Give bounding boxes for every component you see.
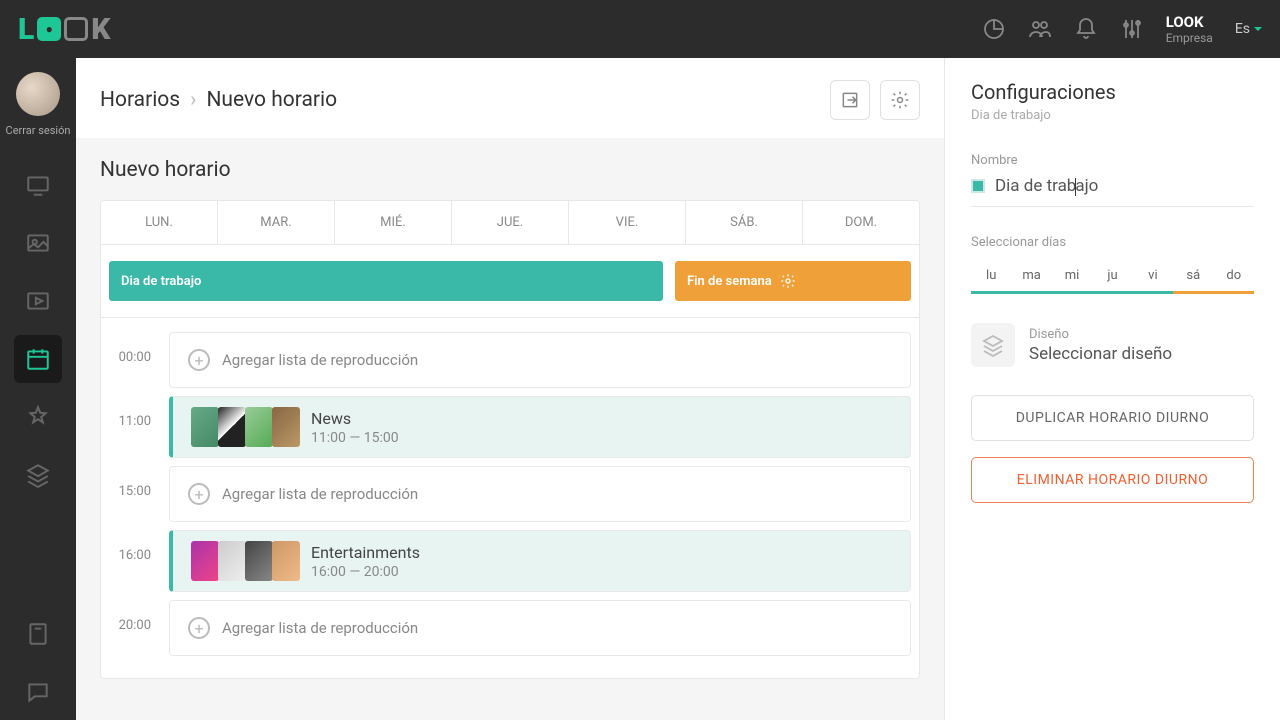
- page-title: Nuevo horario: [100, 158, 920, 182]
- logo[interactable]: LK: [18, 12, 110, 47]
- plus-icon: +: [188, 349, 210, 371]
- timeline-row: 15:00 +Agregar lista de reproducción: [109, 466, 911, 522]
- week-day: JUE.: [452, 201, 569, 244]
- export-button[interactable]: [830, 80, 870, 120]
- sidebar: Cerrar sesión: [0, 58, 76, 720]
- week-day: MAR.: [218, 201, 335, 244]
- timeline-row: 00:00 +Agregar lista de reproducción: [109, 332, 911, 388]
- plus-icon: +: [188, 483, 210, 505]
- language-selector[interactable]: Es: [1235, 21, 1262, 37]
- time-label: 20:00: [109, 600, 151, 633]
- week-day: LUN.: [101, 201, 218, 244]
- playlist-title: Entertainments: [311, 543, 420, 562]
- avatar[interactable]: [16, 72, 60, 116]
- design-selector[interactable]: Diseño Seleccionar diseño: [971, 323, 1254, 367]
- panel-subtitle: Dia de trabajo: [971, 108, 1254, 123]
- nav-schedules-icon[interactable]: [14, 335, 62, 383]
- time-label: 11:00: [109, 396, 151, 429]
- days-label: Seleccionar días: [971, 235, 1254, 250]
- nav-scenarios-icon[interactable]: [14, 393, 62, 441]
- breadcrumb-current: Nuevo horario: [206, 88, 337, 112]
- logout-link[interactable]: Cerrar sesión: [6, 124, 71, 137]
- user-block[interactable]: LOOK Empresa: [1166, 13, 1213, 45]
- playlist-time: 16:00 — 20:00: [311, 564, 420, 580]
- day-toggle[interactable]: ma: [1011, 258, 1051, 294]
- thumbnails: [191, 541, 299, 581]
- day-toggle[interactable]: mi: [1052, 258, 1092, 294]
- delete-button[interactable]: ELIMINAR HORARIO DIURNO: [971, 457, 1254, 503]
- duplicate-button[interactable]: DUPLICAR HORARIO DIURNO: [971, 395, 1254, 441]
- gear-icon: [780, 273, 796, 289]
- playlist-time: 11:00 — 15:00: [311, 430, 399, 446]
- week-day: MIÉ.: [335, 201, 452, 244]
- day-toggle[interactable]: lu: [971, 258, 1011, 294]
- nav-playlists-icon[interactable]: [14, 277, 62, 325]
- settings-panel: Configuraciones Dia de trabajo Nombre Di…: [944, 58, 1280, 720]
- layers-icon: [971, 323, 1015, 367]
- day-blocks-row: Dia de trabajo Fin de semana: [101, 245, 919, 318]
- breadcrumb: Horarios › Nuevo horario: [100, 88, 337, 112]
- time-label: 15:00: [109, 466, 151, 499]
- plus-icon: +: [188, 617, 210, 639]
- topbar: LK LOOK Empresa Es: [0, 0, 1280, 58]
- day-toggle[interactable]: do: [1214, 258, 1254, 294]
- day-toggle[interactable]: vi: [1133, 258, 1173, 294]
- name-input[interactable]: Dia de trabajo: [971, 176, 1254, 207]
- day-toggle[interactable]: ju: [1092, 258, 1132, 294]
- nav-screens-icon[interactable]: [14, 161, 62, 209]
- timeline-row: 20:00 +Agregar lista de reproducción: [109, 600, 911, 656]
- timeline: 00:00 +Agregar lista de reproducción 11:00…: [101, 318, 919, 678]
- playlist-slot[interactable]: News 11:00 — 15:00: [169, 396, 911, 458]
- week-day: VIE.: [569, 201, 686, 244]
- color-swatch[interactable]: [971, 179, 985, 193]
- add-playlist-slot[interactable]: +Agregar lista de reproducción: [169, 600, 911, 656]
- nav-help-icon[interactable]: [14, 610, 62, 658]
- breadcrumb-root[interactable]: Horarios: [100, 88, 180, 112]
- block-workday[interactable]: Dia de trabajo: [109, 261, 663, 301]
- design-label: Diseño: [1029, 327, 1172, 342]
- users-icon[interactable]: [1028, 17, 1052, 41]
- nav-media-icon[interactable]: [14, 219, 62, 267]
- time-label: 16:00: [109, 530, 151, 563]
- settings-button[interactable]: [880, 80, 920, 120]
- week-day: DOM.: [803, 201, 919, 244]
- add-playlist-slot[interactable]: +Agregar lista de reproducción: [169, 466, 911, 522]
- design-value: Seleccionar diseño: [1029, 344, 1172, 364]
- timeline-row: 16:00 Entertainments 16:00 — 20:00: [109, 530, 911, 592]
- add-playlist-slot[interactable]: +Agregar lista de reproducción: [169, 332, 911, 388]
- playlist-slot[interactable]: Entertainments 16:00 — 20:00: [169, 530, 911, 592]
- week-header: LUN.MAR.MIÉ.JUE.VIE.SÁB.DOM.: [101, 201, 919, 245]
- time-label: 00:00: [109, 332, 151, 365]
- stats-icon[interactable]: [982, 17, 1006, 41]
- nav-chat-icon[interactable]: [14, 668, 62, 716]
- name-label: Nombre: [971, 153, 1254, 168]
- playlist-title: News: [311, 409, 399, 428]
- user-role: Empresa: [1166, 31, 1213, 45]
- timeline-row: 11:00 News 11:00 — 15:00: [109, 396, 911, 458]
- week-day: SÁB.: [686, 201, 803, 244]
- block-weekend[interactable]: Fin de semana: [675, 261, 911, 301]
- sliders-icon[interactable]: [1120, 17, 1144, 41]
- content: Horarios › Nuevo horario Nuevo horario L…: [76, 58, 944, 720]
- nav-layers-icon[interactable]: [14, 451, 62, 499]
- days-selector: lumamijuvisádo: [971, 258, 1254, 297]
- panel-title: Configuraciones: [971, 80, 1254, 104]
- thumbnails: [191, 407, 299, 447]
- bell-icon[interactable]: [1074, 17, 1098, 41]
- user-name: LOOK: [1166, 13, 1213, 31]
- chevron-right-icon: ›: [190, 88, 196, 112]
- schedule-card: LUN.MAR.MIÉ.JUE.VIE.SÁB.DOM. Dia de trab…: [100, 200, 920, 679]
- day-toggle[interactable]: sá: [1173, 258, 1213, 294]
